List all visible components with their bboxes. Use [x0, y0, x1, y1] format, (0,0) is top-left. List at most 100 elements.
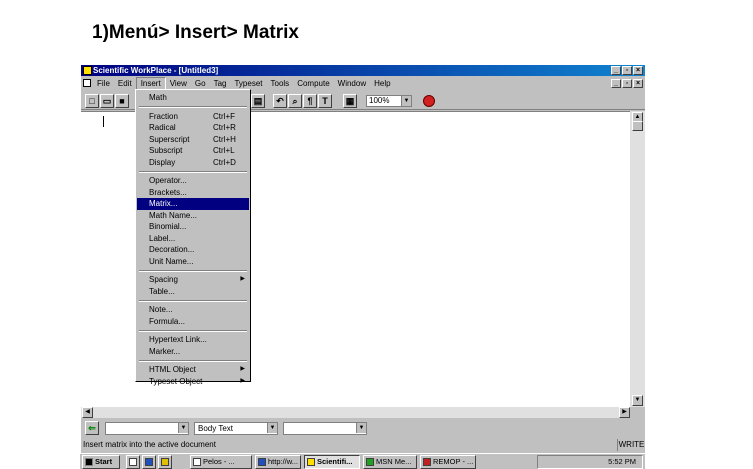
vertical-scrollbar[interactable]: ▲ ▼: [630, 111, 645, 407]
menu-item-marker[interactable]: Marker...: [137, 346, 249, 358]
menu-item-brackets[interactable]: Brackets...: [137, 187, 249, 199]
maximize-button[interactable]: ▫: [622, 66, 632, 75]
save-icon[interactable]: ■: [115, 94, 129, 108]
menu-item-label: Operator...: [149, 176, 187, 185]
back-arrow-icon[interactable]: ⇐: [85, 421, 99, 435]
menu-item-label: Fraction: [149, 111, 178, 121]
chevron-down-icon[interactable]: ▼: [178, 423, 188, 433]
menu-help[interactable]: Help: [370, 78, 394, 90]
submenu-arrow-icon: ▶: [240, 377, 245, 384]
menu-item-matrix[interactable]: Matrix...: [137, 198, 249, 210]
menu-separator: [139, 299, 247, 302]
menu-item-math[interactable]: Math: [137, 92, 249, 104]
doc-close-button[interactable]: ×: [633, 79, 643, 88]
menu-item-label: Subscript: [149, 146, 183, 155]
doc-minimize-button[interactable]: _: [611, 79, 621, 88]
menu-item-spacing[interactable]: Spacing ▶: [137, 274, 249, 286]
paragraph-icon[interactable]: ¶: [303, 94, 317, 108]
menu-item-label: Note...: [149, 305, 173, 314]
scroll-left-icon[interactable]: ◀: [82, 407, 93, 418]
scroll-right-icon[interactable]: ▶: [619, 407, 630, 418]
find-icon[interactable]: ⌕: [288, 94, 302, 108]
text-tag-select[interactable]: ▼: [283, 422, 367, 435]
email-icon[interactable]: [158, 455, 172, 469]
menu-item-shortcut: Ctrl+R: [213, 123, 236, 132]
slide-heading: 1)Menú> Insert> Matrix: [92, 22, 299, 43]
menu-item-unit-name[interactable]: Unit Name...: [137, 256, 249, 268]
menu-window[interactable]: Window: [334, 78, 370, 90]
menu-item-table[interactable]: Table...: [137, 286, 249, 298]
taskbar-task[interactable]: http://w...: [255, 455, 301, 469]
menu-item-label: Spacing: [149, 275, 178, 284]
section-tag-select[interactable]: ▼: [105, 422, 189, 435]
system-tray: 5:52 PM: [537, 455, 643, 469]
menu-view[interactable]: View: [166, 78, 191, 90]
taskbar-task[interactable]: REMOP - ...: [420, 455, 476, 469]
stop-icon[interactable]: [423, 95, 435, 107]
taskbar-task[interactable]: Scientifi...: [304, 455, 360, 469]
text-icon[interactable]: T: [318, 94, 332, 108]
menu-item-label[interactable]: Label...: [137, 233, 249, 245]
menu-item-hypertext-link[interactable]: Hypertext Link...: [137, 334, 249, 346]
menu-item-math-name[interactable]: Math Name...: [137, 210, 249, 222]
show-desktop-icon[interactable]: [126, 455, 140, 469]
menu-typeset[interactable]: Typeset: [230, 78, 266, 90]
chevron-down-icon[interactable]: ▼: [401, 96, 411, 106]
scroll-thumb[interactable]: [632, 121, 643, 131]
start-button[interactable]: Start: [82, 455, 120, 469]
menu-item-operator[interactable]: Operator...: [137, 175, 249, 187]
menu-item-shortcut: Ctrl+F: [213, 111, 235, 121]
open-folder-icon[interactable]: ▭: [100, 94, 114, 108]
chevron-down-icon[interactable]: ▼: [356, 423, 366, 433]
task-label: Scientifi...: [317, 457, 353, 466]
menu-item-decoration[interactable]: Decoration...: [137, 244, 249, 256]
menu-item-superscript[interactable]: Superscript Ctrl+H: [137, 134, 249, 146]
menu-compute[interactable]: Compute: [293, 78, 333, 90]
menu-item-radical[interactable]: Radical Ctrl+R: [137, 122, 249, 134]
submenu-arrow-icon: ▶: [240, 366, 245, 372]
status-bar: Insert matrix into the active document W…: [81, 439, 645, 451]
horizontal-scrollbar[interactable]: ◀ ▶: [81, 407, 630, 418]
close-button[interactable]: ×: [633, 66, 643, 75]
menu-item-fraction[interactable]: Fraction Ctrl+F: [137, 111, 249, 123]
chevron-down-icon[interactable]: ▼: [267, 423, 277, 433]
text-caret: [103, 116, 104, 127]
new-file-icon[interactable]: □: [85, 94, 99, 108]
menu-edit[interactable]: Edit: [114, 78, 136, 90]
doc-restore-button[interactable]: ▫: [622, 79, 632, 88]
menu-item-label: Binomial...: [149, 222, 187, 231]
menu-item-label: Unit Name...: [149, 256, 194, 266]
taskbar-task[interactable]: MSN Me...: [363, 455, 417, 469]
body-tag-select[interactable]: Body Text ▼: [194, 422, 278, 435]
minimize-button[interactable]: _: [611, 66, 621, 75]
menu-tag[interactable]: Tag: [210, 78, 231, 90]
menu-item-formula[interactable]: Formula...: [137, 316, 249, 328]
document-icon[interactable]: [83, 79, 91, 87]
table-icon[interactable]: ▦: [343, 94, 357, 108]
status-message: Insert matrix into the active document: [83, 440, 216, 449]
menu-item-subscript[interactable]: Subscript Ctrl+L: [137, 145, 249, 157]
menu-item-display[interactable]: Display Ctrl+D: [137, 157, 249, 169]
menu-item-label: Decoration...: [149, 245, 195, 254]
menu-item-note[interactable]: Note...: [137, 304, 249, 316]
menu-go[interactable]: Go: [191, 78, 210, 90]
menu-item-typeset-object[interactable]: Typeset Object ▶: [137, 376, 249, 388]
menu-tools[interactable]: Tools: [267, 78, 294, 90]
preview-icon[interactable]: ▤: [251, 94, 265, 108]
title-bar[interactable]: Scientific WorkPlace - [Untitled3] _ ▫ ×: [81, 65, 645, 76]
task-label: MSN Me...: [376, 457, 412, 466]
menu-item-label: Math: [149, 93, 167, 102]
menu-item-label: Brackets...: [149, 187, 187, 197]
menu-separator: [139, 329, 247, 332]
scroll-down-icon[interactable]: ▼: [632, 395, 643, 406]
browser-icon[interactable]: [142, 455, 156, 469]
menu-file[interactable]: File: [93, 78, 114, 90]
taskbar-task[interactable]: Pelos - ...: [190, 455, 252, 469]
undo-icon[interactable]: ↶: [273, 94, 287, 108]
task-label: REMOP - ...: [433, 457, 474, 466]
menu-item-html-object[interactable]: HTML Object ▶: [137, 364, 249, 376]
zoom-select[interactable]: 100% ▼: [366, 95, 412, 107]
menu-item-label: Math Name...: [149, 210, 198, 220]
menu-item-binomial[interactable]: Binomial...: [137, 221, 249, 233]
menu-item-label: Typeset Object: [149, 376, 203, 386]
